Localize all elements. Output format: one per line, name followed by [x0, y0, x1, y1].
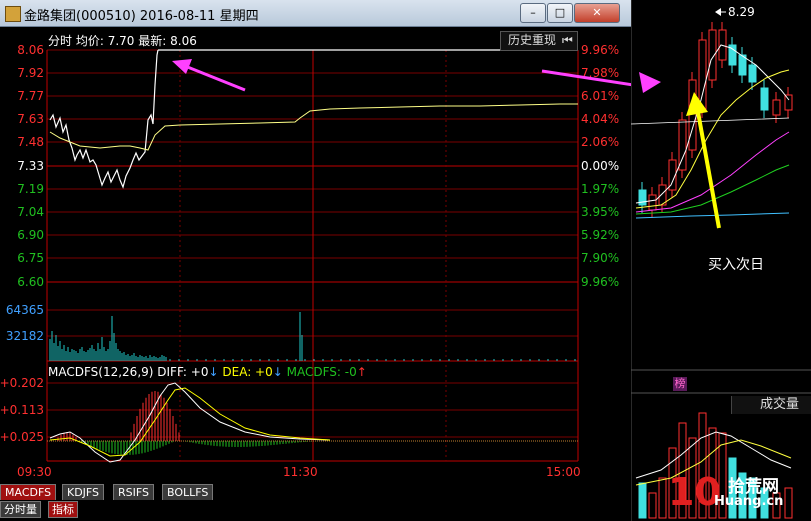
dea-line [49, 387, 331, 457]
buy-next-day-label: 买入次日 [708, 257, 764, 273]
pct-tick: 3.95% [581, 205, 619, 219]
candle-body [698, 39, 707, 111]
kline-volume-bar [658, 477, 667, 519]
arrow-down-icon: ↓ [272, 365, 283, 379]
price-tick: 7.77 [17, 89, 44, 103]
price-tick: 7.63 [17, 112, 44, 126]
price-tick: 8.06 [17, 43, 44, 57]
macd-tick: +0.113 [0, 403, 44, 417]
tab-macdfs[interactable]: MACDFS [0, 484, 57, 500]
price-info: 分时 均价: 7.70 最新: 8.06 [48, 32, 197, 49]
price-tick: 7.04 [17, 205, 44, 219]
magenta-arrow-head [639, 72, 661, 93]
tab-rsifs[interactable]: RSIFS [113, 484, 154, 500]
close-button[interactable]: ✕ [574, 3, 620, 23]
candle-body [708, 29, 717, 81]
pct-tick: 9.96% [581, 43, 619, 57]
diff-value: DIFF: +0 [157, 365, 209, 379]
price-axis-left: 8.06 7.92 7.77 7.63 7.48 7.33 7.19 7.04 … [17, 43, 44, 289]
avg-value: 7.70 [107, 34, 135, 48]
price-tick: 6.60 [17, 275, 44, 289]
macd-tick: +0.202 [0, 376, 44, 390]
kline-panel: 8.29 买入次日 榜 成交量 10 拾荒网 Huang.cn [631, 0, 811, 521]
window-title: 金路集团(000510) 2016-08-11 星期四 [24, 9, 259, 24]
pct-tick: 2.06% [581, 135, 619, 149]
kline-volume-bar [638, 482, 647, 519]
ma-line-long [631, 117, 790, 125]
latest-label: 最新: [138, 34, 167, 48]
volume-axis: 64365 32182 [6, 303, 44, 343]
pct-tick: 6.01% [581, 89, 619, 103]
kline-volume-bar [648, 492, 657, 519]
price-grid [46, 49, 579, 462]
volume-label-box: 成交量 [731, 396, 811, 414]
price-tick: 6.90 [17, 228, 44, 242]
arrow-down-icon: ↓ [208, 365, 219, 379]
volume-tick: 32182 [6, 329, 44, 343]
macd-histogram [57, 391, 317, 455]
pct-tick: 9.96% [581, 275, 619, 289]
tab-indicator[interactable]: 指标 [48, 501, 78, 518]
time-tick: 09:30 [17, 465, 52, 479]
time-tick: 15:00 [546, 465, 581, 479]
mode-label: 分时 [48, 34, 73, 48]
price-tick: 7.33 [17, 159, 44, 173]
maximize-button[interactable]: □ [547, 3, 573, 23]
skip-back-icon: ⏮ [562, 33, 573, 47]
bang-badge[interactable]: 榜 [673, 377, 687, 391]
time-axis: 09:30 11:30 15:00 [17, 465, 581, 479]
history-replay-label: 历史重现 [508, 33, 557, 47]
latest-value: 8.06 [170, 34, 197, 48]
price-tick: 6.75 [17, 251, 44, 265]
title-bar: 金路集团(000510) 2016-08-11 星期四 – □ ✕ [0, 0, 631, 27]
pct-tick: 7.90% [581, 251, 619, 265]
price-tick: 7.19 [17, 182, 44, 196]
site-logo: 10 拾荒网 Huang.cn [668, 470, 808, 518]
dea-value: DEA: +0 [222, 365, 273, 379]
volume-label: 成交量 [760, 397, 800, 412]
macd-axis: +0.202 +0.113 +0.025 [0, 376, 44, 444]
bottom-tabs: 分时量 指标 [0, 500, 631, 521]
high-marker-arrow [715, 8, 721, 16]
macd-tick: +0.025 [0, 430, 44, 444]
candle-body [748, 64, 757, 83]
tab-intraday-volume[interactable]: 分时量 [0, 501, 41, 518]
logo-number: 10 [668, 470, 721, 514]
price-tick: 7.92 [17, 66, 44, 80]
pct-tick: 4.04% [581, 112, 619, 126]
diff-line [49, 382, 331, 463]
intraday-chart[interactable]: 8.06 7.92 7.77 7.63 7.48 7.33 7.19 7.04 … [0, 27, 631, 484]
tab-bollfs[interactable]: BOLLFS [162, 484, 214, 500]
candle-body [760, 87, 769, 111]
avg-label: 均价: [75, 34, 104, 48]
pct-tick: 1.97% [581, 182, 619, 196]
pct-tick: 5.92% [581, 228, 619, 242]
macdfs-value: MACDFS: -0 [286, 365, 357, 379]
logo-en: Huang.cn [714, 494, 784, 509]
candles [638, 22, 793, 218]
pct-tick: 0.00% [581, 159, 619, 173]
candle-body [772, 99, 781, 116]
tab-kdjfs[interactable]: KDJFS [62, 484, 105, 500]
high-price-label: 8.29 [728, 5, 755, 19]
average-price-line [49, 103, 578, 151]
intraday-window: 金路集团(000510) 2016-08-11 星期四 – □ ✕ 8.06 7… [0, 0, 631, 521]
volume-tick: 64365 [6, 303, 44, 317]
time-tick: 11:30 [283, 465, 318, 479]
indicator-tabs: MACDFS KDJFS RSIFS BOLLFS [0, 484, 631, 500]
candle-body [648, 194, 657, 211]
macd-info: MACDFS(12,26,9) DIFF: +0↓ DEA: +0↓ MACDF… [48, 365, 367, 379]
candle-body [678, 119, 687, 171]
ma-line-cyan [635, 212, 790, 219]
minimize-button[interactable]: – [520, 3, 546, 23]
candle-body [784, 94, 793, 111]
history-replay-button[interactable]: 历史重现 ⏮ [500, 31, 578, 51]
price-tick: 7.48 [17, 135, 44, 149]
macd-title: MACDFS(12,26,9) [48, 365, 154, 379]
app-icon [5, 6, 21, 22]
magenta-arrow-left [172, 59, 246, 92]
arrow-up-icon: ↑ [356, 365, 367, 379]
